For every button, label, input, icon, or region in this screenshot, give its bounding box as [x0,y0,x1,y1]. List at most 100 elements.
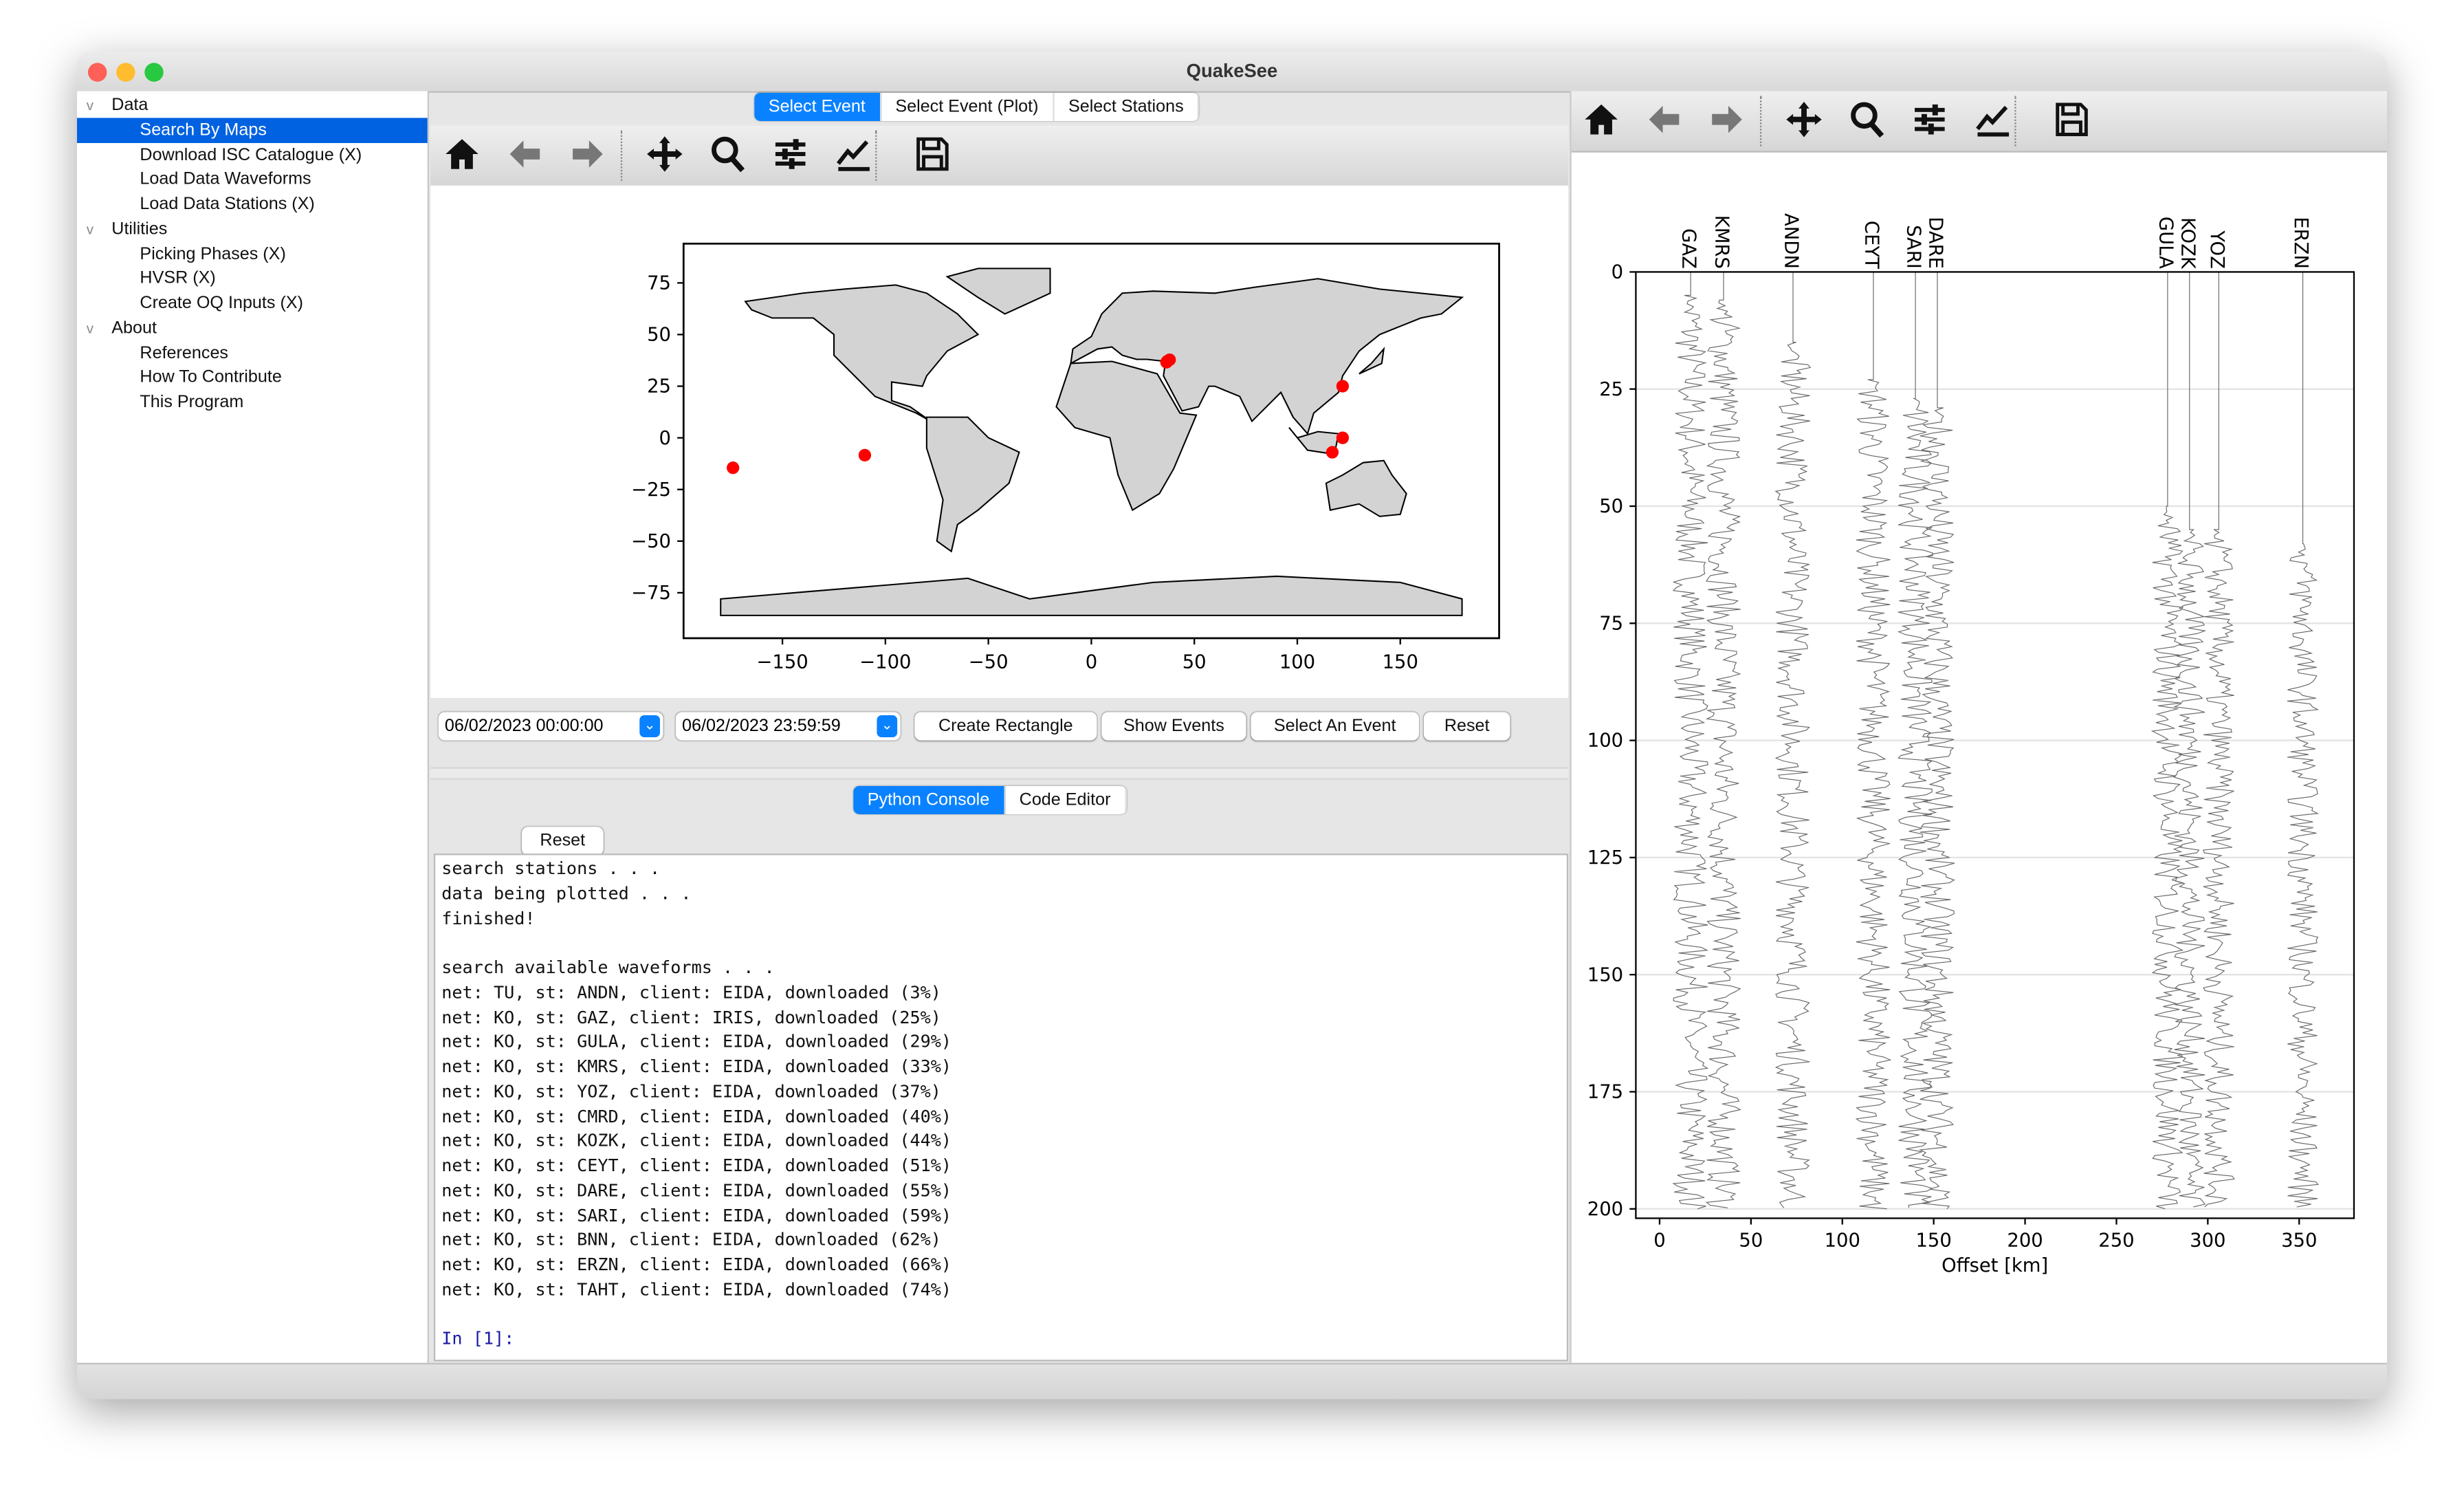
x-tick-label: 100 [1279,651,1315,673]
console-line: net: KO, st: BNN, client: EIDA, download… [441,1229,941,1250]
create-rectangle-button[interactable]: Create Rectangle [914,712,1097,741]
sidebar-item[interactable]: v Utilities [77,217,428,242]
console-line: net: KO, st: GULA, client: EIDA, downloa… [441,1031,952,1052]
console-line: search available waveforms . . . [441,957,775,978]
start-datetime-input[interactable]: 06/02/2023 00:00:00 ⌄ [438,712,663,741]
splitter-handle[interactable] [430,767,1569,780]
sidebar-item[interactable]: Download ISC Catalogue (X) [77,142,428,168]
event-marker[interactable] [1326,446,1339,459]
sidebar-item-label: Load Data Stations (X) [140,195,315,214]
edit-axes-icon[interactable] [1972,99,2013,140]
end-datetime-input[interactable]: 06/02/2023 23:59:59 ⌄ [675,712,901,741]
subplots-icon[interactable] [770,133,811,174]
sidebar-item-label: References [140,343,229,362]
reset-map-button[interactable]: Reset [1423,712,1510,741]
home-icon[interactable] [441,133,482,174]
window-title: QuakeSee [1186,59,1278,82]
map-canvas[interactable]: −150 −100 −50 0 50 100 150 75 50 25 0 −25 −50 −75 [430,185,1569,698]
station-label: YOZ [2206,230,2228,269]
y-tick-label: 125 [1587,847,1623,869]
y-tick-label: 75 [647,272,671,294]
pan-icon[interactable] [1783,99,1824,140]
event-marker[interactable] [1160,356,1173,369]
chevron-down-icon[interactable]: v [87,93,94,118]
select-event-button[interactable]: Select An Event [1251,712,1419,741]
station-label: CEYT [1861,221,1882,269]
x-tick-label: 50 [1739,1230,1763,1252]
console-line: net: KO, st: ERZN, client: EIDA, downloa… [441,1254,952,1275]
console-tab-1[interactable]: Code Editor [1005,785,1127,814]
console-line: net: KO, st: KOZK, client: EIDA, downloa… [441,1130,952,1151]
python-console[interactable]: search stations . . . data being plotted … [433,853,1569,1362]
plot-frame [1635,271,2355,1219]
sidebar-item[interactable]: How To Contribute [77,365,428,391]
console-line: net: KO, st: TAHT, client: EIDA, downloa… [441,1278,952,1300]
y-tick-label: 200 [1587,1199,1623,1220]
back-arrow-icon[interactable] [505,133,545,174]
forward-arrow-icon[interactable] [567,133,608,174]
waveform-trace [2287,272,2320,1208]
tab-0[interactable]: Select Event [754,92,881,121]
back-arrow-icon[interactable] [1644,99,1684,140]
status-bar [76,1362,2387,1400]
sidebar-item[interactable]: v Data [77,93,428,118]
start-datetime-value: 06/02/2023 00:00:00 [444,717,604,736]
y-tick-label: −50 [631,531,671,552]
chevron-down-icon[interactable]: ⌄ [877,715,898,737]
event-marker[interactable] [858,448,872,462]
sidebar-item-label: Search By Maps [140,120,267,140]
sidebar-item[interactable]: Picking Phases (X) [77,241,428,267]
save-icon[interactable] [912,133,952,174]
sidebar-item[interactable]: Load Data Stations (X) [77,192,428,217]
chevron-down-icon[interactable]: v [87,316,94,341]
sidebar-item[interactable]: Create OQ Inputs (X) [77,291,428,316]
sidebar-item-label: This Program [140,393,244,412]
home-icon[interactable] [1581,99,1621,140]
show-events-button[interactable]: Show Events [1101,712,1246,741]
sidebar-item[interactable]: v About [77,316,428,341]
y-tick-label: 175 [1587,1082,1623,1103]
event-map-chart[interactable]: −150 −100 −50 0 50 100 150 75 50 25 0 −25 −50 −75 [430,186,1568,698]
sidebar-item-label: Download ISC Catalogue (X) [140,145,362,164]
console-line: net: KO, st: YOZ, client: EIDA, download… [441,1080,941,1102]
x-tick-label: −100 [859,651,911,673]
event-marker[interactable] [1336,380,1350,393]
pan-icon[interactable] [644,133,685,174]
sidebar-item[interactable]: References [77,340,428,366]
sidebar-item-label: Data [111,96,148,115]
sidebar-item[interactable]: Load Data Waveforms [77,167,428,193]
station-label: ERZN [2290,217,2311,269]
forward-arrow-icon[interactable] [1706,99,1747,140]
zoom-icon[interactable] [707,133,748,174]
save-icon[interactable] [2051,99,2091,140]
zoom-icon[interactable] [1847,99,1887,140]
y-tick-label: 50 [647,325,671,346]
sidebar-item[interactable]: HVSR (X) [77,266,428,292]
event-marker[interactable] [727,461,740,475]
sidebar-item[interactable]: This Program [77,390,428,415]
chevron-down-icon[interactable]: ⌄ [639,715,660,737]
sidebar-item-label: HVSR (X) [140,269,216,288]
waveform-trace [2202,272,2235,1208]
record-section-chart[interactable]: 0 25 50 75 100 125 150 175 200 0 50 100 150 200 250 300… [1572,151,2387,1362]
subplots-icon[interactable] [1909,99,1950,140]
tab-2[interactable]: Select Stations [1054,92,1200,121]
x-tick-label: 0 [1086,651,1097,673]
event-marker[interactable] [1336,431,1350,444]
sidebar-item[interactable]: Search By Maps [76,117,428,143]
edit-axes-icon[interactable] [833,133,873,174]
station-label: GAZ [1678,228,1700,269]
tab-1[interactable]: Select Event (Plot) [881,92,1055,121]
console-prompt[interactable]: In [1]: [441,1329,514,1353]
y-tick-label: 100 [1587,730,1623,752]
y-tick-label: 150 [1587,964,1623,986]
x-tick-label: 200 [2007,1230,2043,1252]
waveform-toolbar [1571,91,2387,153]
x-tick-label: 50 [1182,651,1207,673]
console-tab-0[interactable]: Python Console [853,785,1006,814]
sidebar-item-label: Utilities [111,219,168,239]
y-tick-label: 25 [647,376,671,398]
console-reset-button[interactable]: Reset [521,827,604,856]
chevron-down-icon[interactable]: v [87,217,94,242]
sidebar-item-label: Load Data Waveforms [140,170,311,189]
